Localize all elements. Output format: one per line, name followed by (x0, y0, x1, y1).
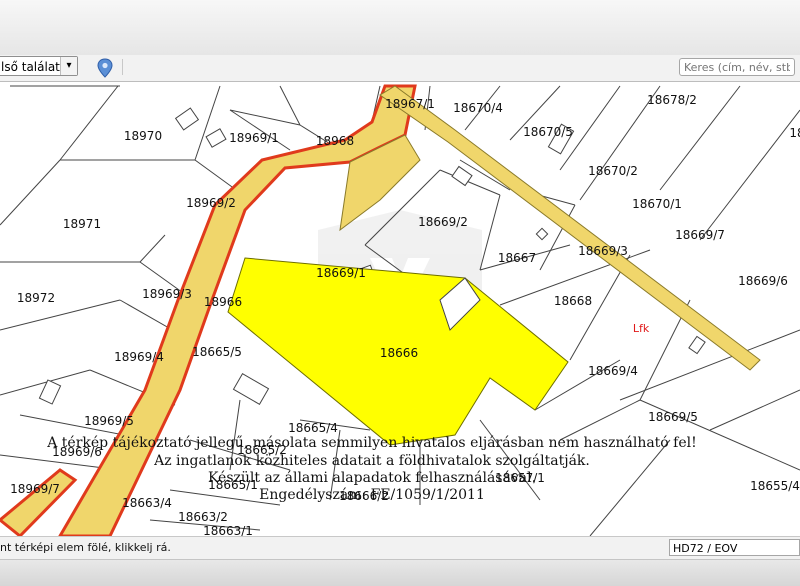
parcel-label: 18655/4 (750, 479, 800, 493)
parcel-label: 18670/5 (523, 125, 573, 139)
map-disclaimer: A térkép tájékoztató jellegű, másolata s… (46, 435, 697, 503)
disclaimer-line: Az ingatlanok közhiteles adatait a földh… (153, 453, 590, 469)
parcel-label: 18670/2 (588, 164, 638, 178)
map-pin-icon[interactable] (96, 58, 114, 78)
map-toolbar: lső találat ▾ (0, 55, 800, 82)
toolbar-separator (122, 59, 123, 75)
result-select[interactable]: lső találat ▾ (0, 56, 78, 76)
parcel-label: 18967/1 (385, 97, 435, 111)
chevron-down-icon[interactable]: ▾ (60, 57, 77, 75)
bottom-bar (0, 559, 800, 586)
parcel-label: 18663/2 (178, 510, 228, 524)
parcel-label: 18669/2 (418, 215, 468, 229)
disclaimer-line: A térkép tájékoztató jellegű, másolata s… (46, 435, 697, 451)
parcel-label: 18665/4 (288, 421, 338, 435)
cadastral-map[interactable]: 18967/1 18670/4 18678/2 18970 18969/1 18… (0, 82, 800, 536)
parcel-label: 18669/5 (648, 410, 698, 424)
parcel-label: 18668 (554, 294, 592, 308)
search-input[interactable] (679, 58, 795, 76)
parcel-label: 18969/4 (114, 350, 164, 364)
parcel-label: 18670/1 (632, 197, 682, 211)
parcel-label: 18969/1 (229, 131, 279, 145)
parcel-label: 18678/2 (647, 93, 697, 107)
parcel-label: 18663/4 (122, 496, 172, 510)
parcel-label: 18972 (17, 291, 55, 305)
parcel-label: 18969/7 (10, 482, 60, 496)
parcel-label: 18669/4 (588, 364, 638, 378)
parcel-label: 18670/4 (453, 101, 503, 115)
status-hint: nt térképi elem fölé, klikkelj rá. (0, 541, 171, 554)
parcel-label: 18966 (204, 295, 242, 309)
parcel-label: 18969/5 (84, 414, 134, 428)
parcel-label: 18 (789, 126, 800, 140)
parcel-label: 18663/1 (203, 524, 253, 536)
parcel-label: 18968 (316, 134, 354, 148)
parcel-label: 18969/3 (142, 287, 192, 301)
parcel-label: 18971 (63, 217, 101, 231)
parcel-label: 18970 (124, 129, 162, 143)
parcel-label: 18666 (380, 346, 418, 360)
parcel-label: 18669/6 (738, 274, 788, 288)
map-canvas[interactable]: 18967/1 18670/4 18678/2 18970 18969/1 18… (0, 82, 800, 536)
parcel-label: 18669/3 (578, 244, 628, 258)
disclaimer-line: Készült az állami alapadatok felhasználá… (208, 470, 536, 486)
status-bar: nt térképi elem fölé, klikkelj rá. HD72 … (0, 536, 800, 559)
parcel-label: 18667 (498, 251, 536, 265)
parcel-label-lfk: Lfk (633, 322, 650, 335)
parcel-label: 18665/5 (192, 345, 242, 359)
top-header-bar (0, 0, 800, 56)
parcel-label: 18669/1 (316, 266, 366, 280)
projection-field[interactable]: HD72 / EOV (669, 539, 800, 556)
parcel-label: 18969/2 (186, 196, 236, 210)
parcel-label: 18669/7 (675, 228, 725, 242)
result-select-value: lső találat (1, 60, 60, 74)
disclaimer-line: Engedélyszám: FE/1059/1/2011 (259, 487, 485, 503)
